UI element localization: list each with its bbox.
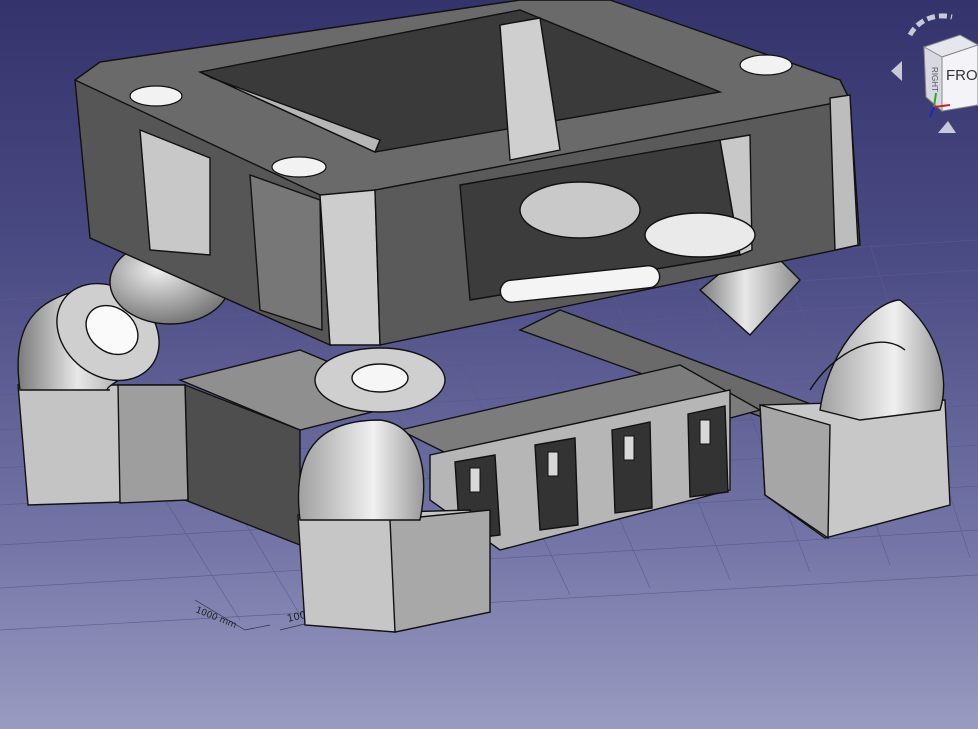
cube-face-front[interactable]: FRO bbox=[946, 67, 978, 84]
scene: 1000 mm 1000 mm bbox=[0, 0, 978, 633]
hole-front bbox=[271, 156, 327, 178]
cube-face-side[interactable]: RIGHT bbox=[930, 67, 939, 92]
washer-front bbox=[314, 347, 446, 413]
3d-viewport[interactable]: 1000 mm 1000 mm bbox=[0, 0, 978, 729]
base-plate bbox=[17, 309, 951, 633]
elbow-right bbox=[809, 299, 945, 421]
hole-right bbox=[739, 54, 793, 76]
nav-cube[interactable]: FRO RIGHT bbox=[890, 5, 978, 145]
arrow-left-icon bbox=[891, 61, 902, 81]
elbow-front bbox=[297, 419, 425, 521]
hole-back-left bbox=[129, 85, 183, 107]
rotate-view-icon bbox=[907, 13, 953, 37]
ruler-label-side: 1000 mm bbox=[194, 606, 238, 631]
arrow-down-icon bbox=[938, 121, 956, 133]
frame-front-corner bbox=[319, 189, 381, 346]
